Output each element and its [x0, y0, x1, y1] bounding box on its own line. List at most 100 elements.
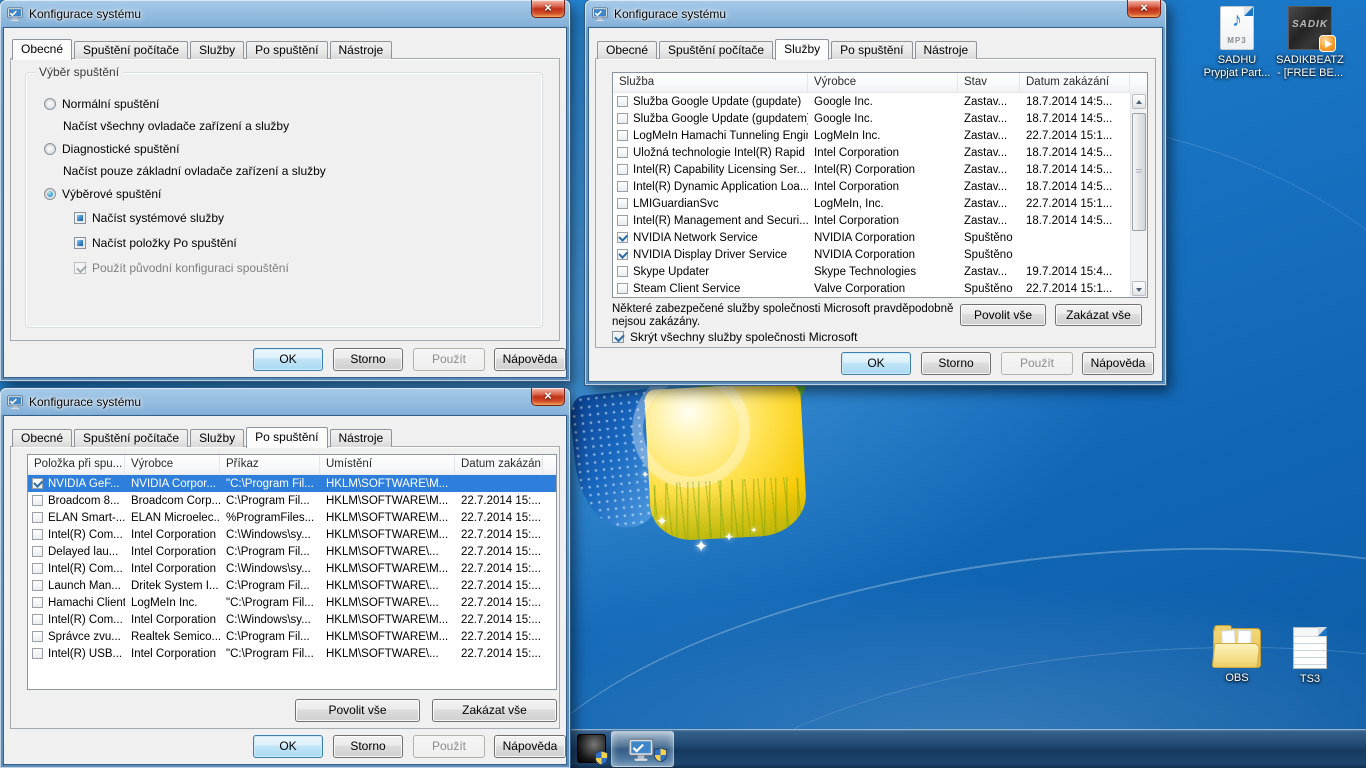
row-checkbox[interactable]: [32, 597, 43, 608]
service-row[interactable]: Steam Client Service Valve Corporation S…: [613, 280, 1147, 297]
column-header-command[interactable]: Příkaz: [220, 455, 320, 474]
tab-general[interactable]: Obecné: [597, 41, 658, 59]
close-button[interactable]: ×: [1127, 0, 1161, 18]
service-row[interactable]: Služba Google Update (gupdatem) Google I…: [613, 110, 1147, 127]
row-checkbox[interactable]: [617, 181, 628, 192]
hide-microsoft-services-checkbox[interactable]: [612, 331, 624, 343]
tab-general[interactable]: Obecné: [12, 429, 73, 447]
close-button[interactable]: ×: [531, 388, 565, 406]
row-checkbox[interactable]: [617, 113, 628, 124]
titlebar[interactable]: Konfigurace systému ×: [585, 0, 1166, 28]
scrollbar-thumb[interactable]: [1132, 113, 1146, 231]
tab-boot[interactable]: Spuštění počítače: [74, 41, 189, 59]
row-checkbox[interactable]: [32, 529, 43, 540]
row-checkbox[interactable]: [32, 546, 43, 557]
row-checkbox[interactable]: [617, 215, 628, 226]
row-checkbox[interactable]: [617, 283, 628, 294]
column-header-service[interactable]: Služba: [613, 73, 808, 92]
service-row[interactable]: Úložná technologie Intel(R) Rapid Intel …: [613, 144, 1147, 161]
help-button[interactable]: Nápověda: [494, 348, 566, 371]
tab-boot[interactable]: Spuštění počítače: [74, 429, 189, 447]
startup-row[interactable]: Správce zvu... Realtek Semico... C:\Prog…: [28, 628, 556, 645]
service-row[interactable]: NVIDIA Network Service NVIDIA Corporatio…: [613, 229, 1147, 246]
row-checkbox[interactable]: [32, 631, 43, 642]
service-row[interactable]: Služba Google Update (gupdate) Google In…: [613, 93, 1147, 110]
checkbox-load-services[interactable]: [74, 212, 86, 224]
startup-row[interactable]: ELAN Smart-... ELAN Microelec... %Progra…: [28, 509, 556, 526]
startup-row[interactable]: Broadcom 8... Broadcom Corp... C:\Progra…: [28, 492, 556, 509]
column-header-location[interactable]: Umístění: [320, 455, 455, 474]
column-header-date[interactable]: Datum zakázání: [455, 455, 543, 474]
row-checkbox[interactable]: [32, 512, 43, 523]
startup-row-selected[interactable]: NVIDIA GeF... NVIDIA Corpor... "C:\Progr…: [28, 475, 556, 492]
tab-tools[interactable]: Nástroje: [914, 41, 978, 59]
desktop-icon-ts3[interactable]: TS3: [1270, 627, 1350, 686]
row-checkbox[interactable]: [32, 478, 43, 489]
row-checkbox[interactable]: [32, 580, 43, 591]
column-header-date[interactable]: Datum zakázání: [1020, 73, 1130, 92]
startup-list-header[interactable]: Položka při spu... Výrobce Příkaz Umístě…: [28, 455, 556, 475]
titlebar[interactable]: Konfigurace systému ×: [0, 388, 570, 416]
startup-row[interactable]: Intel(R) Com... Intel Corporation C:\Win…: [28, 560, 556, 577]
help-button[interactable]: Nápověda: [1082, 352, 1154, 375]
row-checkbox[interactable]: [617, 198, 628, 209]
desktop-icon-sadikbeatz[interactable]: SADIK SADIKBEATZ - [FREE BE...: [1270, 6, 1350, 80]
tab-services[interactable]: Služby: [190, 41, 245, 59]
radio-diagnostic-startup[interactable]: [44, 143, 56, 155]
help-button[interactable]: Nápověda: [494, 735, 566, 758]
cancel-button[interactable]: Storno: [921, 352, 991, 375]
taskbar-app-icon[interactable]: [577, 734, 608, 765]
tab-startup[interactable]: Po spuštění: [246, 41, 328, 59]
service-row[interactable]: Intel(R) Dynamic Application Loa... Inte…: [613, 178, 1147, 195]
startup-row[interactable]: Hamachi Client LogMeIn Inc. "C:\Program …: [28, 594, 556, 611]
row-checkbox[interactable]: [32, 563, 43, 574]
startup-row[interactable]: Intel(R) USB... Intel Corporation "C:\Pr…: [28, 645, 556, 662]
cancel-button[interactable]: Storno: [333, 735, 403, 758]
service-row[interactable]: Skype Updater Skype Technologies Zastav.…: [613, 263, 1147, 280]
tab-tools[interactable]: Nástroje: [329, 41, 393, 59]
tab-startup[interactable]: Po spuštění: [246, 427, 328, 448]
checkbox-load-startup-items[interactable]: [74, 237, 86, 249]
ok-button[interactable]: OK: [841, 352, 911, 375]
tab-startup[interactable]: Po spuštění: [831, 41, 913, 59]
column-header-vendor[interactable]: Výrobce: [808, 73, 958, 92]
tab-boot[interactable]: Spuštění počítače: [659, 41, 774, 59]
ok-button[interactable]: OK: [253, 735, 323, 758]
row-checkbox[interactable]: [617, 164, 628, 175]
startup-row[interactable]: Intel(R) Com... Intel Corporation C:\Win…: [28, 526, 556, 543]
row-checkbox[interactable]: [32, 614, 43, 625]
desktop-icon-obs-folder[interactable]: OBS: [1197, 625, 1277, 685]
radio-normal-startup[interactable]: [44, 98, 56, 110]
column-header-state[interactable]: Stav: [958, 73, 1020, 92]
enable-all-button[interactable]: Povolit vše: [295, 699, 420, 722]
service-row[interactable]: Intel(R) Capability Licensing Ser... Int…: [613, 161, 1147, 178]
tab-general[interactable]: Obecné: [12, 39, 73, 60]
row-checkbox[interactable]: [617, 232, 628, 243]
startup-row[interactable]: Launch Man... Dritek System I... C:\Prog…: [28, 577, 556, 594]
enable-all-button[interactable]: Povolit vše: [960, 304, 1046, 326]
tab-services[interactable]: Služby: [775, 39, 830, 60]
service-row[interactable]: LMIGuardianSvc LogMeIn, Inc. Zastav... 2…: [613, 195, 1147, 212]
startup-row[interactable]: Intel(R) Com... Intel Corporation C:\Win…: [28, 611, 556, 628]
taskbar-button-msconfig[interactable]: [611, 731, 674, 767]
column-header-vendor[interactable]: Výrobce: [125, 455, 220, 474]
row-checkbox[interactable]: [617, 96, 628, 107]
column-header-item[interactable]: Položka při spu...: [28, 455, 125, 474]
ok-button[interactable]: OK: [253, 348, 323, 371]
service-row[interactable]: NVIDIA Display Driver Service NVIDIA Cor…: [613, 246, 1147, 263]
row-checkbox[interactable]: [617, 266, 628, 277]
disable-all-button[interactable]: Zakázat vše: [432, 699, 557, 722]
services-list-header[interactable]: Služba Výrobce Stav Datum zakázání: [613, 73, 1147, 93]
desktop-icon-sadhu-mp3[interactable]: ♪ MP3 SADHU Prypjat Part...: [1197, 6, 1277, 80]
disable-all-button[interactable]: Zakázat vše: [1055, 304, 1142, 326]
row-checkbox[interactable]: [617, 147, 628, 158]
scroll-down-icon[interactable]: [1132, 281, 1146, 296]
row-checkbox[interactable]: [32, 648, 43, 659]
service-row[interactable]: Intel(R) Management and Securi... Intel …: [613, 212, 1147, 229]
service-row[interactable]: LogMeIn Hamachi Tunneling Engine LogMeIn…: [613, 127, 1147, 144]
tab-tools[interactable]: Nástroje: [329, 429, 393, 447]
tab-services[interactable]: Služby: [190, 429, 245, 447]
scroll-up-icon[interactable]: [1132, 94, 1146, 109]
titlebar[interactable]: Konfigurace systému ×: [0, 0, 570, 28]
cancel-button[interactable]: Storno: [333, 348, 403, 371]
